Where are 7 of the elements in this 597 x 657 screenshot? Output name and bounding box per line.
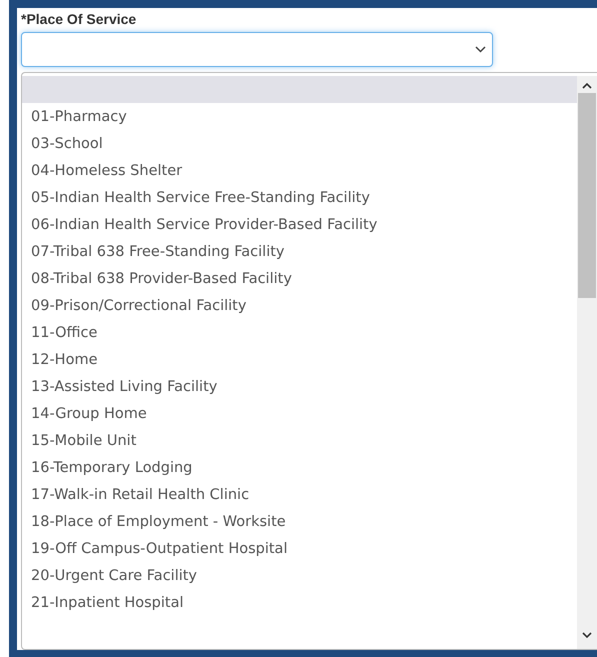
scrollbar-thumb[interactable]	[578, 93, 596, 298]
scroll-down-icon[interactable]	[582, 632, 592, 639]
scroll-up-icon[interactable]	[582, 82, 592, 89]
scrollbar[interactable]	[577, 76, 597, 649]
select-field[interactable]	[21, 32, 493, 67]
chevron-down-icon	[475, 46, 486, 53]
field-label: *Place Of Service	[21, 11, 138, 27]
